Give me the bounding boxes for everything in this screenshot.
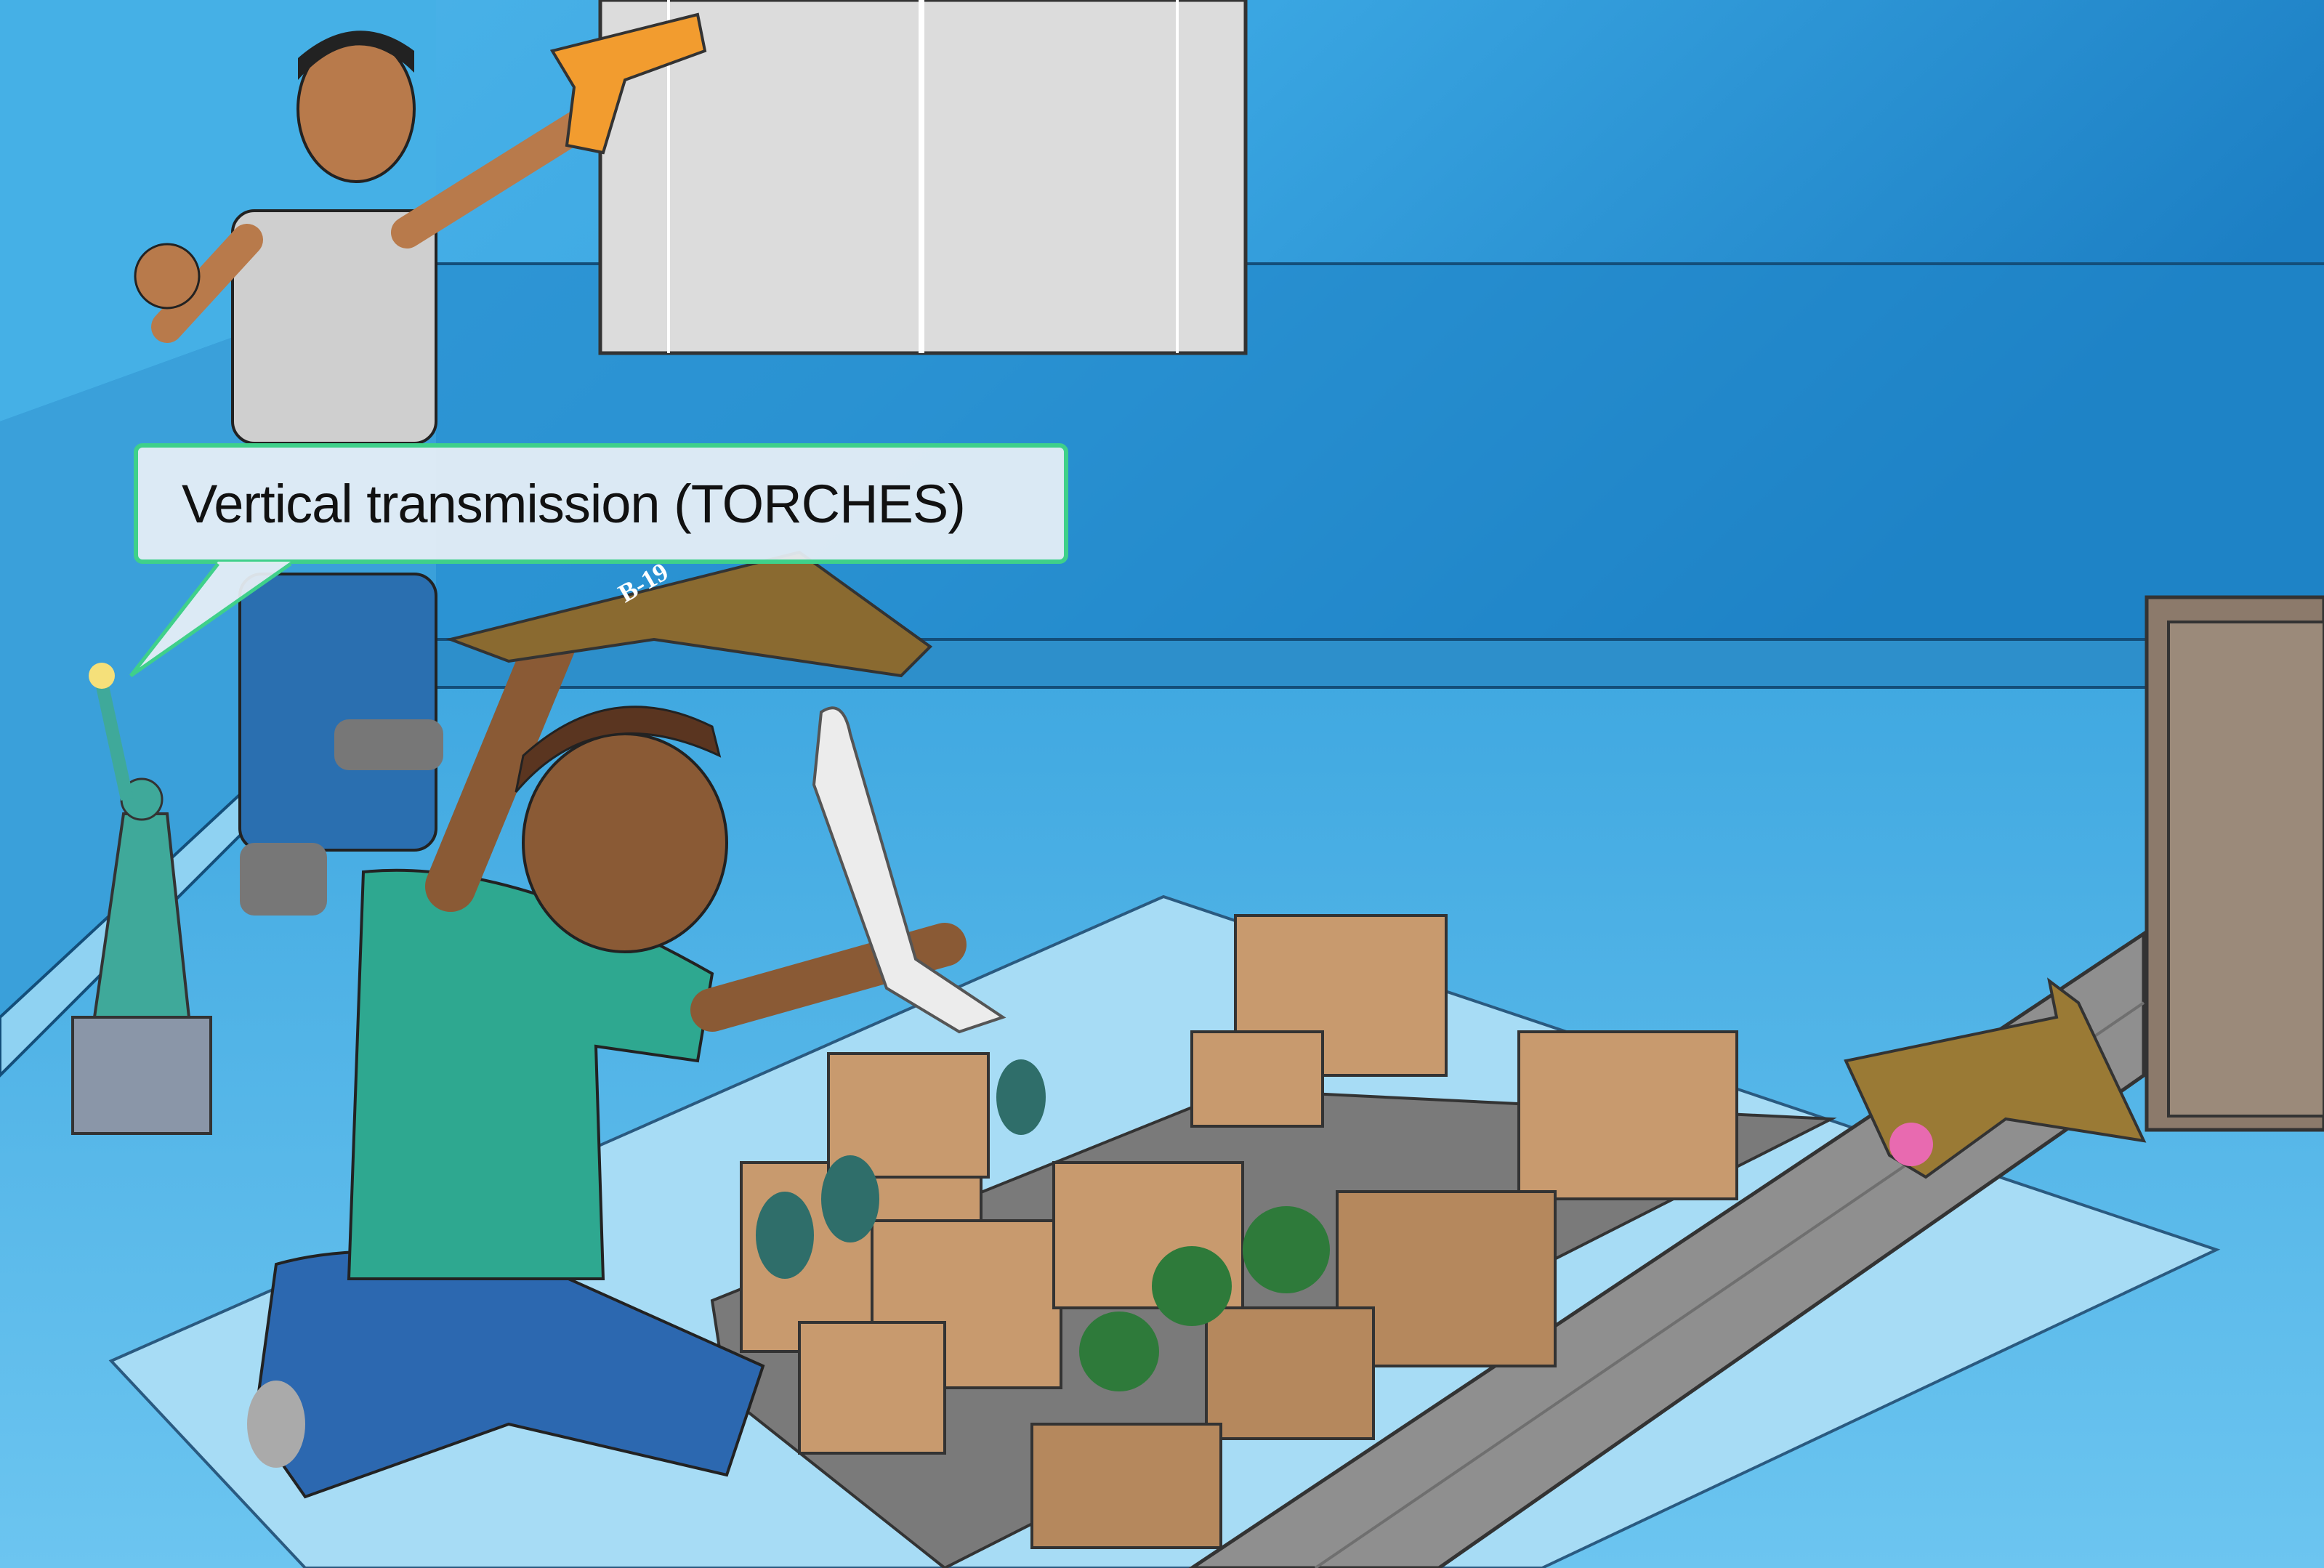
speech-bubble-text: Vertical transmission (TORCHES) [182, 473, 966, 534]
door[interactable] [2145, 595, 2324, 1132]
illustration-scene: B-19 [0, 0, 2324, 1568]
speech-bubble: Vertical transmission (TORCHES) [134, 443, 1068, 564]
